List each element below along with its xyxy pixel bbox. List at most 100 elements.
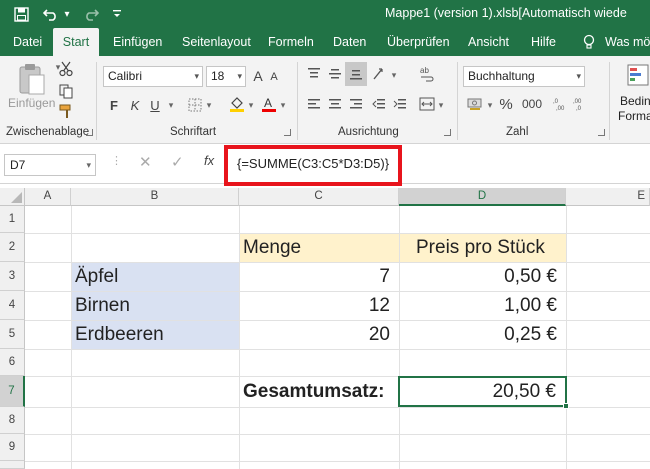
- increase-indent-icon[interactable]: [391, 94, 409, 114]
- tell-me-search[interactable]: Was möc: [605, 28, 650, 56]
- tab-datei[interactable]: Datei: [13, 28, 42, 56]
- row-header-2[interactable]: 2: [0, 233, 25, 262]
- tab-daten[interactable]: Daten: [333, 28, 366, 56]
- clipboard-launcher-icon[interactable]: [86, 129, 93, 136]
- align-left-icon[interactable]: [305, 94, 323, 114]
- align-right-icon[interactable]: [347, 94, 365, 114]
- cell-d3[interactable]: 0,50 €: [399, 262, 566, 291]
- name-box[interactable]: D7 ▾: [4, 154, 96, 176]
- grow-font-button[interactable]: A: [250, 66, 266, 86]
- cell-b4[interactable]: Birnen: [71, 291, 239, 320]
- column-header-e[interactable]: E: [566, 188, 650, 206]
- align-middle-icon[interactable]: [326, 64, 344, 84]
- row-header-4[interactable]: 4: [0, 291, 25, 320]
- cell-c2[interactable]: Menge: [239, 233, 399, 262]
- column-header-b[interactable]: B: [71, 188, 239, 206]
- orientation-dropdown-icon[interactable]: ▾: [389, 66, 399, 84]
- undo-icon[interactable]: [40, 0, 62, 28]
- fill-handle[interactable]: [563, 403, 569, 409]
- font-launcher-icon[interactable]: [284, 129, 291, 136]
- cell-d7[interactable]: 20,50 €: [398, 376, 567, 407]
- bold-button[interactable]: F: [106, 96, 122, 114]
- customize-icon[interactable]: [110, 0, 124, 28]
- accounting-dropdown-icon[interactable]: ▾: [485, 96, 495, 114]
- conditional-formatting-icon[interactable]: [625, 62, 650, 90]
- column-header-d[interactable]: D: [399, 188, 566, 206]
- borders-dropdown-icon[interactable]: ▾: [204, 96, 214, 114]
- undo-dropdown-icon[interactable]: ▾: [62, 0, 72, 28]
- row-header-1[interactable]: 1: [0, 206, 25, 233]
- merge-dropdown-icon[interactable]: ▾: [436, 96, 446, 114]
- font-color-dropdown-icon[interactable]: ▾: [278, 96, 288, 114]
- paste-button[interactable]: Einfügen: [8, 96, 55, 110]
- number-format-dropdown[interactable]: Buchhaltung ▾: [463, 66, 585, 87]
- tab-start[interactable]: Start: [53, 28, 99, 56]
- drag-handle-icon[interactable]: ⋮: [111, 154, 122, 167]
- paste-icon[interactable]: [14, 62, 50, 98]
- decrease-indent-icon[interactable]: [370, 94, 388, 114]
- font-family-dropdown[interactable]: Calibri ▾: [103, 66, 203, 87]
- lightbulb-icon[interactable]: [582, 28, 598, 56]
- row-header-9[interactable]: 9: [0, 434, 25, 461]
- tab-hilfe[interactable]: Hilfe: [531, 28, 556, 56]
- align-center-icon[interactable]: [326, 94, 344, 114]
- row-header-8[interactable]: 8: [0, 407, 25, 434]
- cell-c4[interactable]: 12: [239, 291, 399, 320]
- format-painter-icon[interactable]: [57, 102, 75, 120]
- svg-text:,0: ,0: [553, 99, 559, 105]
- row-header-7[interactable]: 7: [0, 376, 25, 407]
- conditional-formatting-label-1[interactable]: Beding: [620, 94, 650, 108]
- column-header-a[interactable]: A: [25, 188, 71, 206]
- shrink-font-button[interactable]: A: [267, 68, 281, 86]
- increase-decimal-icon[interactable]: ,0,00: [552, 94, 570, 114]
- wrap-text-icon[interactable]: ab: [418, 62, 436, 86]
- underline-dropdown-icon[interactable]: ▾: [166, 96, 176, 114]
- thousands-separator-button[interactable]: 000: [518, 94, 546, 114]
- cell-c3[interactable]: 7: [239, 262, 399, 291]
- cell-d2[interactable]: Preis pro Stück: [412, 233, 566, 262]
- row-header-5[interactable]: 5: [0, 320, 25, 349]
- copy-icon[interactable]: [57, 82, 75, 100]
- row-header-6[interactable]: 6: [0, 349, 25, 376]
- alignment-launcher-icon[interactable]: [444, 129, 451, 136]
- tab-ueberpruefen[interactable]: Überprüfen: [387, 28, 450, 56]
- row-header-3[interactable]: 3: [0, 262, 25, 291]
- cell-b5[interactable]: Erdbeeren: [71, 320, 239, 349]
- chevron-down-icon: ▾: [237, 71, 242, 81]
- decrease-decimal-icon[interactable]: ,00,0: [572, 94, 590, 114]
- font-color-icon[interactable]: A: [260, 94, 278, 114]
- fill-color-dropdown-icon[interactable]: ▾: [246, 96, 256, 114]
- conditional-formatting-label-2[interactable]: Formatier: [618, 109, 650, 123]
- redo-icon[interactable]: [80, 0, 102, 28]
- cell-c7[interactable]: Gesamtumsatz:: [239, 376, 399, 407]
- align-top-icon[interactable]: [305, 64, 323, 84]
- font-size-dropdown[interactable]: 18 ▾: [206, 66, 246, 87]
- ribbon: Einfügen ▾ Zwischenablage Calibri ▾ 18 ▾…: [0, 56, 650, 144]
- tab-seitenlayout[interactable]: Seitenlayout: [182, 28, 251, 56]
- cancel-icon[interactable]: ✕: [139, 153, 152, 171]
- borders-icon[interactable]: [186, 96, 204, 114]
- align-bottom-icon[interactable]: [345, 62, 367, 86]
- column-header-c[interactable]: C: [239, 188, 399, 206]
- cell-c5[interactable]: 20: [239, 320, 399, 349]
- cell-d4[interactable]: 1,00 €: [399, 291, 566, 320]
- number-launcher-icon[interactable]: [598, 129, 605, 136]
- underline-button[interactable]: U: [148, 96, 162, 114]
- cell-d5[interactable]: 0,25 €: [399, 320, 566, 349]
- merge-center-icon[interactable]: [418, 94, 436, 114]
- save-icon[interactable]: [10, 0, 32, 28]
- accounting-format-icon[interactable]: [466, 94, 484, 114]
- cell-b3[interactable]: Äpfel: [71, 262, 239, 291]
- select-all-corner[interactable]: [0, 188, 25, 206]
- tab-formeln[interactable]: Formeln: [268, 28, 314, 56]
- cut-icon[interactable]: [57, 60, 75, 78]
- percent-button[interactable]: %: [498, 94, 514, 114]
- fill-color-icon[interactable]: [228, 94, 246, 114]
- orientation-icon[interactable]: [371, 64, 389, 84]
- tab-ansicht[interactable]: Ansicht: [468, 28, 509, 56]
- insert-function-button[interactable]: fx: [204, 153, 214, 168]
- tab-einfuegen[interactable]: Einfügen: [113, 28, 162, 56]
- row-header-10[interactable]: [0, 461, 25, 469]
- italic-button[interactable]: K: [128, 96, 142, 114]
- enter-icon[interactable]: ✓: [171, 153, 184, 171]
